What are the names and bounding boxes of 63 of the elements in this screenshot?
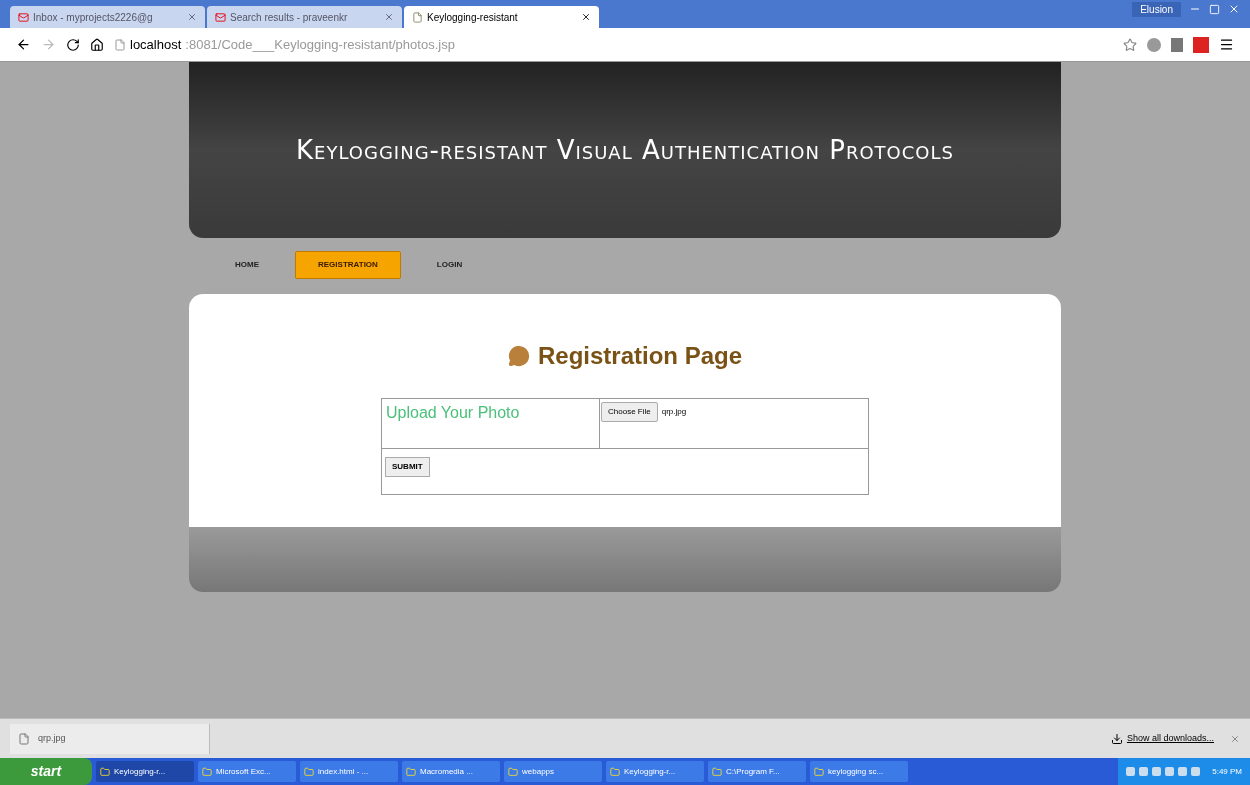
address-bar[interactable]: localhost :8081/Code___Keylogging-resistant/photos.jsp [114,34,1113,55]
taskbar-label: Microsoft Exc... [216,765,271,778]
taskbar-label: index.html - ... [318,765,369,778]
taskbar-item[interactable]: Microsoft Exc... [198,761,296,782]
download-item[interactable]: qrp.jpg [10,723,210,754]
file-name: qrp.jpg [661,406,687,418]
taskbar-item[interactable]: Macromedia ... [402,761,500,782]
tab-title: Search results - praveenkr [230,10,349,25]
folder-icon [814,766,824,777]
banner-title: Keylogging-resistant Visual Authentication Protocols [296,133,954,167]
page-icon [412,11,423,23]
reload-icon[interactable] [66,37,80,52]
taskbar-label: Keylogging-r... [114,765,166,778]
taskbar-item[interactable]: Keylogging-r... [606,761,704,782]
nav-link[interactable]: HOME [213,252,281,278]
taskbar-label: Macromedia ... [420,765,473,778]
upload-label: Upload Your Photo [382,399,600,448]
download-file-name: qrp.jpg [38,731,67,745]
close-icon[interactable] [581,12,591,22]
download-icon [1110,732,1123,745]
taskbar-item[interactable]: C:\Program F... [708,761,806,782]
choose-file-button[interactable]: Choose File [601,402,658,422]
browser-tab[interactable]: Keylogging-resistant [404,6,599,28]
extension-icon[interactable] [1193,36,1209,53]
folder-icon [406,766,416,777]
taskbar-label: webapps [522,765,555,778]
tab-title: Keylogging-resistant [427,10,519,25]
back-icon[interactable] [16,37,31,52]
taskbar-item[interactable]: keylogging sc... [810,761,908,782]
mail-icon [215,11,226,23]
speech-bubble-icon [507,345,530,367]
show-all-downloads-link[interactable]: Show all downloads... [1126,731,1214,746]
tab-title: Inbox - myprojects2226@g [33,10,154,25]
taskbar-label: C:\Program F... [726,765,780,778]
page-heading: Registration Page [537,341,742,371]
taskbar-item[interactable]: webapps [504,761,602,782]
start-button[interactable]: start [0,758,92,785]
folder-icon [100,766,110,777]
nav-link[interactable]: LOGIN [414,252,485,278]
extension-icon[interactable] [1171,37,1183,52]
folder-icon [610,766,620,777]
nav-link[interactable]: REGISTRATION [295,251,401,279]
taskbar-item[interactable]: Keylogging-r... [96,761,194,782]
folder-icon [508,766,518,777]
maximize-icon[interactable] [1209,3,1220,15]
forward-icon[interactable] [41,37,56,52]
submit-button[interactable]: SUBMIT [385,457,430,477]
taskbar-label: Keylogging-r... [624,765,676,778]
clock: 5:49 PM [1212,765,1242,778]
mail-icon [18,11,29,23]
taskbar-item[interactable]: index.html - ... [300,761,398,782]
star-icon[interactable] [1123,37,1137,52]
folder-icon [202,766,212,777]
browser-tab[interactable]: Search results - praveenkr [207,6,402,28]
extension-icon[interactable] [1147,37,1161,52]
menu-icon[interactable] [1219,37,1234,52]
file-icon [18,732,30,745]
folder-icon [712,766,722,777]
taskbar-label: keylogging sc... [828,765,884,778]
user-name: Elusion [1132,1,1181,17]
home-icon[interactable] [90,37,104,52]
folder-icon [304,766,314,777]
browser-tab[interactable]: Inbox - myprojects2226@g [10,6,205,28]
